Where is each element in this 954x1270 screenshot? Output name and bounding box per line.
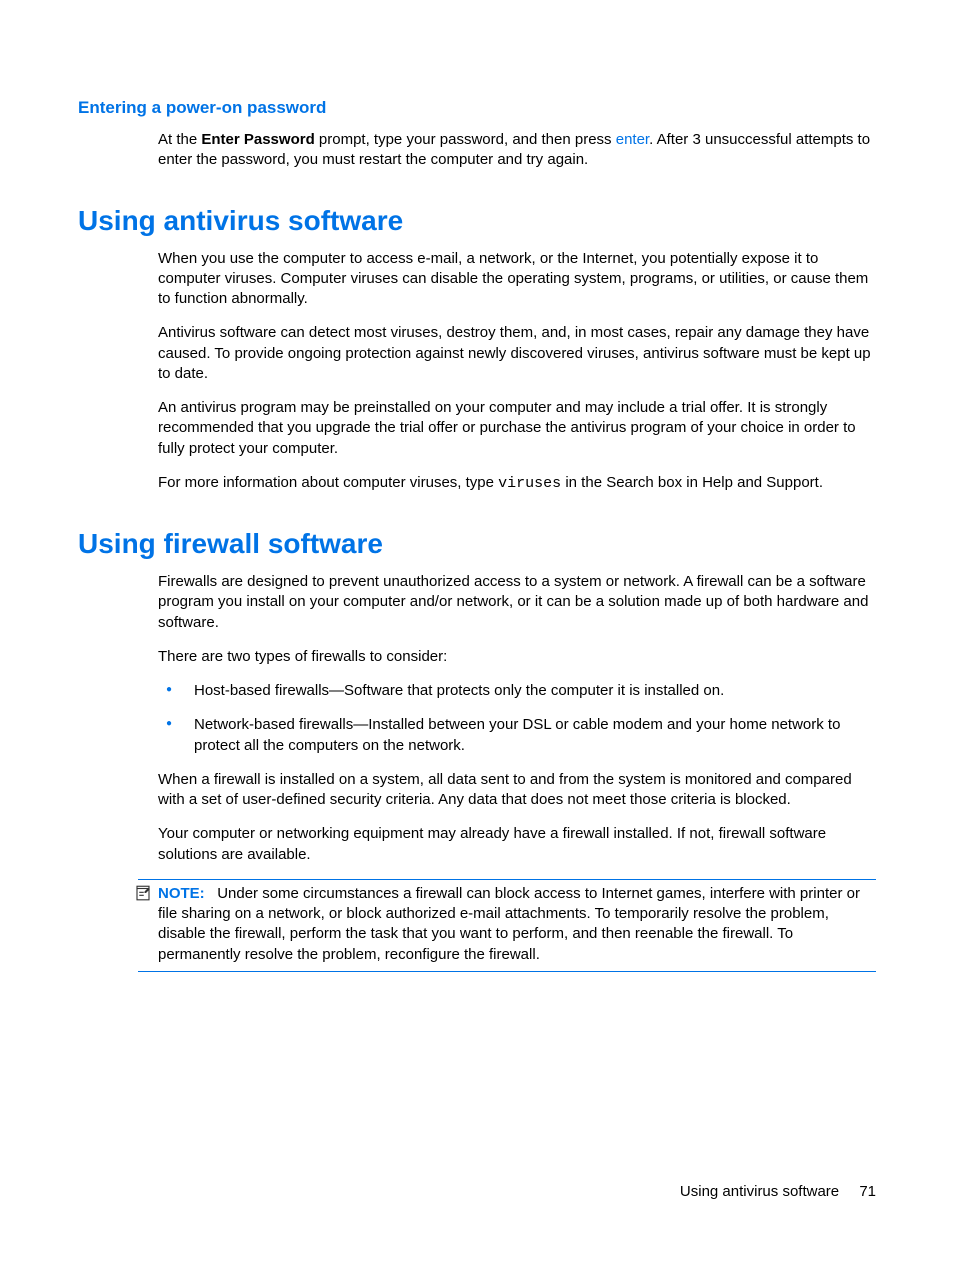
document-page: Entering a power-on password At the Ente…	[0, 0, 954, 1022]
paragraph: Your computer or networking equipment ma…	[158, 824, 876, 865]
paragraph: When you use the computer to access e-ma…	[158, 249, 876, 310]
section2-body: When you use the computer to access e-ma…	[158, 249, 876, 495]
text-span: At the	[158, 131, 201, 148]
paragraph: An antivirus program may be preinstalled…	[158, 398, 876, 459]
paragraph: For more information about computer viru…	[158, 473, 876, 494]
section1-body: At the Enter Password prompt, type your …	[158, 130, 876, 171]
paragraph: When a firewall is installed on a system…	[158, 770, 876, 811]
paragraph: Firewalls are designed to prevent unauth…	[158, 572, 876, 633]
heading-using-antivirus: Using antivirus software	[78, 205, 876, 237]
heading-using-firewall: Using firewall software	[78, 528, 876, 560]
note-body: Under some circumstances a firewall can …	[158, 885, 860, 963]
note-label: NOTE:	[158, 885, 205, 902]
section3-body: Firewalls are designed to prevent unauth…	[158, 572, 876, 865]
text-link: enter	[616, 131, 649, 148]
text-span: For more information about computer viru…	[158, 474, 498, 491]
list-item: Network-based firewalls—Installed betwee…	[158, 715, 876, 756]
paragraph: There are two types of firewalls to cons…	[158, 647, 876, 667]
text-mono: viruses	[498, 475, 561, 492]
footer-title: Using antivirus software	[680, 1183, 839, 1200]
page-number: 71	[859, 1183, 876, 1200]
note-icon	[134, 884, 152, 902]
text-span: in the Search box in Help and Support.	[561, 474, 823, 491]
text-span: prompt, type your password, and then pre…	[315, 131, 616, 148]
bullet-list: Host-based firewalls—Software that prote…	[158, 681, 876, 756]
subheading-entering-power-on-password: Entering a power-on password	[78, 98, 876, 118]
note-block: NOTE: Under some circumstances a firewal…	[138, 879, 876, 972]
paragraph: Antivirus software can detect most virus…	[158, 323, 876, 384]
list-item: Host-based firewalls—Software that prote…	[158, 681, 876, 701]
text-bold: Enter Password	[201, 131, 314, 148]
note-text: NOTE: Under some circumstances a firewal…	[138, 884, 876, 965]
page-footer: Using antivirus software 71	[680, 1183, 876, 1200]
section1-paragraph: At the Enter Password prompt, type your …	[158, 130, 876, 171]
